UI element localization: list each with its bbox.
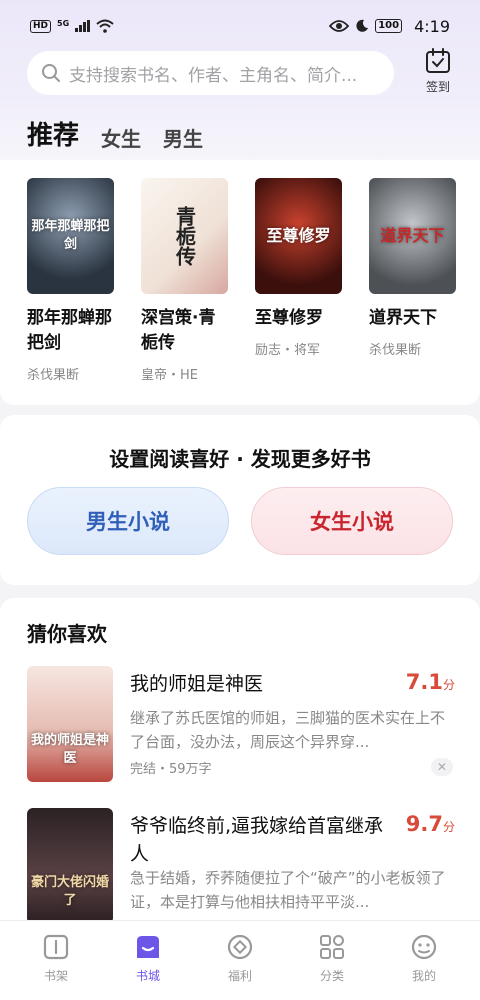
- nav-label: 书城: [135, 969, 160, 983]
- book-cover: 那年那蝉那把剑: [27, 178, 114, 294]
- bottom-navigation: 书架 书城 福利 分类 我的: [0, 920, 480, 1000]
- book-tags: 励志・将军: [255, 343, 321, 358]
- book-card[interactable]: 道界天下 道界天下 杀伐果断: [369, 178, 456, 383]
- bookstore-icon: [137, 936, 159, 958]
- reading-preference-section: 设置阅读喜好 · 发现更多好书 男生小说 女生小说: [0, 415, 480, 585]
- book-title: 至尊修罗: [255, 308, 323, 328]
- book-title: 道界天下: [369, 308, 437, 328]
- book-title: 爷爷临终前,逼我嫁给首富继承人: [130, 815, 384, 865]
- male-novel-button[interactable]: 男生小说: [27, 487, 229, 555]
- book-cover: 我的师姐是神医: [27, 666, 113, 782]
- book-meta: 完结・59万字: [130, 762, 212, 777]
- checkin-button[interactable]: 签到: [418, 48, 458, 98]
- moon-icon: [356, 19, 369, 32]
- search-placeholder: 支持搜索书名、作者、主角名、简介...: [69, 65, 358, 86]
- network-label: 5G: [57, 18, 70, 28]
- nav-category[interactable]: 分类: [300, 921, 364, 1000]
- book-tags: 杀伐果断: [27, 368, 80, 383]
- book-card[interactable]: 那年那蝉那把剑 那年那蝉那把剑 杀伐果断: [27, 178, 114, 383]
- hd-badge: HD: [30, 19, 52, 33]
- section-title: 猜你喜欢: [27, 622, 107, 646]
- book-cover: 豪门大佬闪婚了: [27, 808, 113, 924]
- nav-profile[interactable]: 我的: [392, 921, 456, 1000]
- nav-label: 分类: [319, 969, 344, 983]
- list-item[interactable]: 我的师姐是神医 我的师姐是神医 7.1分 继承了苏氏医馆的师姐，三脚猫的医术实在…: [27, 666, 457, 782]
- female-novel-button[interactable]: 女生小说: [251, 487, 453, 555]
- book-tags: 皇帝・HE: [141, 368, 198, 383]
- nav-label: 福利: [227, 969, 252, 983]
- tab-recommend[interactable]: 推荐: [27, 115, 79, 164]
- book-cover: 道界天下: [369, 178, 456, 294]
- nav-bookshelf[interactable]: 书架: [24, 921, 88, 1000]
- clock: 4:19: [414, 16, 450, 36]
- wifi-icon: [96, 19, 114, 33]
- list-item[interactable]: 豪门大佬闪婚了 爷爷临终前,逼我嫁给首富继承人 9.7分 急于结婚，乔荞随便拉了…: [27, 808, 457, 924]
- search-bar[interactable]: 支持搜索书名、作者、主角名、简介...: [27, 51, 394, 95]
- book-score: 7.1分: [405, 670, 455, 694]
- nav-bookstore[interactable]: 书城: [116, 921, 180, 1000]
- welfare-icon: [227, 934, 253, 960]
- eye-icon: [329, 20, 350, 32]
- book-cover: 至尊修罗: [255, 178, 342, 294]
- guess-you-like-section: 猜你喜欢 我的师姐是神医 我的师姐是神医 7.1分 继承了苏氏医馆的师姐，三脚猫…: [0, 598, 480, 924]
- nav-welfare[interactable]: 福利: [208, 921, 272, 1000]
- checkin-label: 签到: [425, 80, 450, 94]
- signal-icon: [75, 20, 91, 32]
- tab-female[interactable]: 女生: [101, 123, 141, 158]
- nav-label: 书架: [43, 969, 68, 983]
- profile-icon: [411, 934, 437, 960]
- status-bar: HD 5G 100 4:19: [0, 0, 480, 52]
- book-cover: 青栀传: [141, 178, 228, 294]
- battery-indicator: 100: [375, 19, 403, 33]
- nav-label: 我的: [411, 969, 436, 983]
- category-tabs: 推荐 女生 男生: [27, 114, 203, 164]
- preference-title: 设置阅读喜好 · 发现更多好书: [109, 447, 371, 471]
- book-description: 急于结婚，乔荞随便拉了个“破产”的小老板领了证，本是打算与他相扶相持平平淡...: [130, 869, 446, 911]
- bookshelf-icon: [43, 934, 69, 960]
- book-tags: 杀伐果断: [369, 343, 422, 358]
- book-title: 深宫策·青栀传: [141, 308, 216, 353]
- book-title: 那年那蝉那把剑: [27, 308, 112, 353]
- calendar-check-icon: [426, 48, 450, 73]
- search-icon: [42, 64, 60, 82]
- category-icon: [320, 935, 344, 959]
- recommended-section: 那年那蝉那把剑 那年那蝉那把剑 杀伐果断 青栀传 深宫策·青栀传 皇帝・HE 至…: [0, 160, 480, 405]
- book-score: 9.7分: [405, 812, 455, 836]
- tab-male[interactable]: 男生: [163, 123, 203, 158]
- book-description: 继承了苏氏医馆的师姐，三脚猫的医术实在上不了台面，没办法，周辰这个异界穿...: [130, 709, 446, 751]
- close-icon[interactable]: ✕: [431, 758, 453, 776]
- book-card[interactable]: 至尊修罗 至尊修罗 励志・将军: [255, 178, 342, 383]
- book-title: 我的师姐是神医: [130, 673, 264, 695]
- book-card[interactable]: 青栀传 深宫策·青栀传 皇帝・HE: [141, 178, 228, 383]
